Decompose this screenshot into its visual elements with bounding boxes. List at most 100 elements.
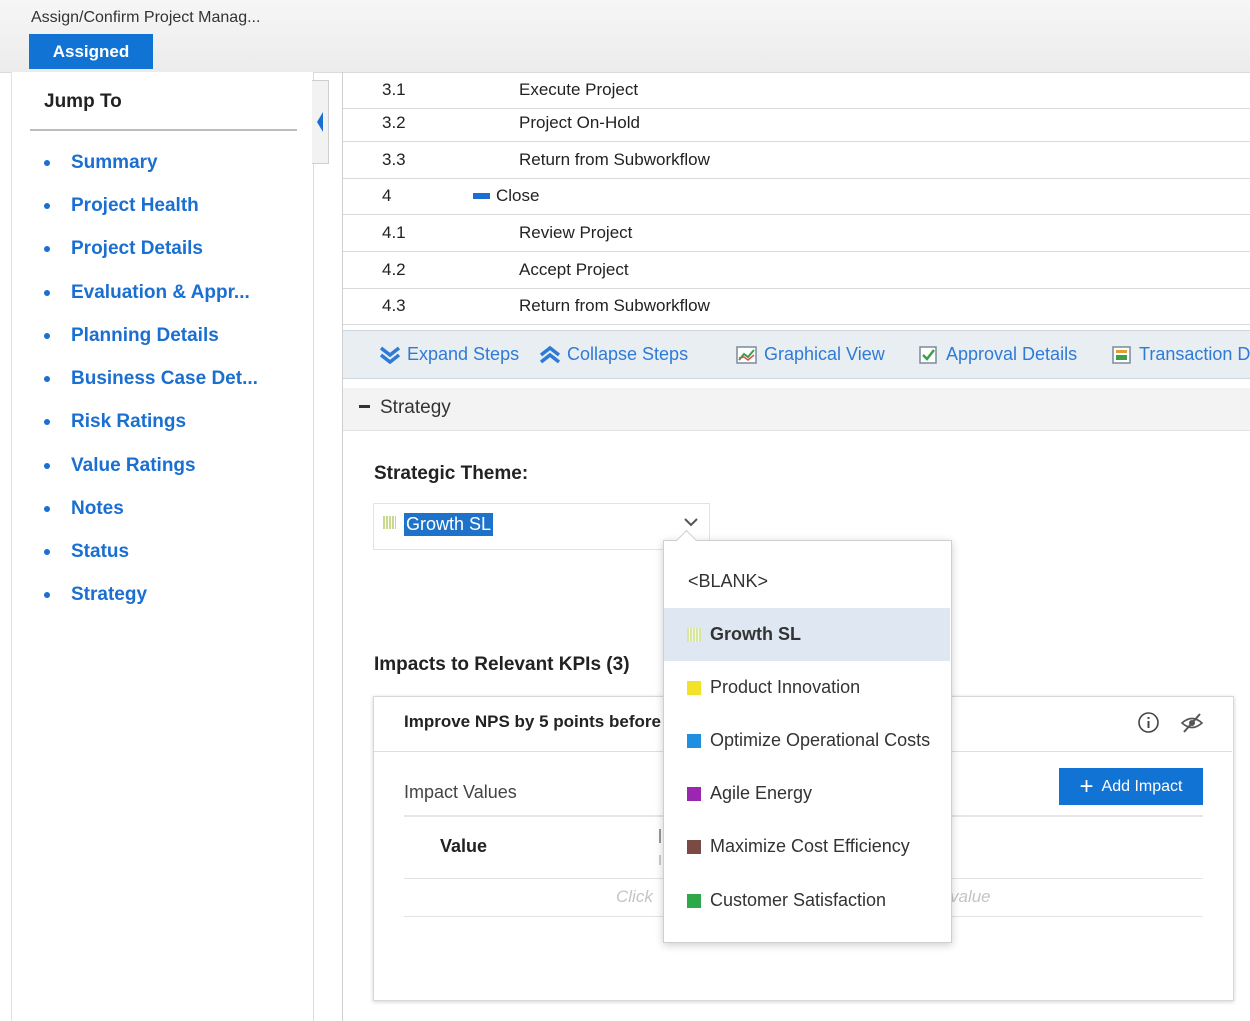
step-number: 4	[382, 186, 392, 205]
column-separator	[659, 855, 661, 865]
bullet-icon	[44, 419, 50, 425]
sidebar-item-business-case[interactable]: Business Case Det...	[44, 364, 258, 394]
step-group-label: Close	[496, 186, 540, 205]
page-title: Assign/Confirm Project Manag...	[31, 9, 261, 26]
transaction-details-button[interactable]: Transaction D	[1111, 331, 1250, 378]
collapse-steps-label: Collapse Steps	[567, 344, 689, 364]
collapse-section-icon[interactable]	[359, 405, 370, 408]
expand-steps-label: Expand Steps	[407, 344, 520, 364]
chevron-left-icon	[317, 112, 323, 132]
color-swatch	[687, 839, 701, 854]
collapse-icon	[539, 345, 561, 363]
table-row[interactable]: 3.2 Project On-Hold	[343, 105, 1250, 142]
option-label: <BLANK>	[688, 571, 769, 591]
table-row[interactable]: 4.1 Review Project	[343, 215, 1250, 252]
sidebar-item-strategy[interactable]: Strategy	[44, 580, 147, 610]
table-row[interactable]: 4.3 Return from Subworkflow	[343, 288, 1250, 325]
approval-check-icon	[919, 345, 937, 364]
expand-steps-button[interactable]: Expand Steps	[379, 331, 519, 378]
step-name: Project On-Hold	[519, 113, 640, 132]
table-row[interactable]: 3.3 Return from Subworkflow	[343, 142, 1250, 179]
bullet-icon	[44, 506, 50, 512]
collapse-steps-button[interactable]: Collapse Steps	[539, 331, 688, 378]
table-row[interactable]: 4 Close	[343, 178, 1250, 215]
step-name: Return from Subworkflow	[519, 150, 710, 169]
dropdown-option-growth-sl[interactable]: Growth SL	[664, 608, 950, 661]
approval-details-label: Approval Details	[946, 344, 1078, 364]
section-title: Strategy	[380, 397, 451, 418]
option-label: Maximize Cost Efficiency	[710, 836, 910, 856]
sidebar-item-status[interactable]: Status	[44, 537, 129, 567]
sidebar-item-label: Value Ratings	[71, 455, 196, 476]
step-number: 4.1	[382, 223, 406, 242]
sidebar-item-label: Summary	[71, 152, 158, 173]
step-group-name: Close	[473, 186, 539, 206]
expand-icon	[379, 346, 401, 364]
eye-hide-icon[interactable]	[1180, 712, 1204, 734]
impact-values-label: Impact Values	[404, 782, 517, 802]
bullet-icon	[44, 246, 50, 252]
transaction-details-label: Transaction D	[1139, 344, 1250, 364]
step-name: Return from Subworkflow	[519, 296, 710, 315]
bullet-icon	[44, 376, 50, 382]
graphical-view-button[interactable]: Graphical View	[736, 331, 885, 378]
kpi-title: Improve NPS by 5 points before	[404, 712, 661, 731]
dropdown-option-blank[interactable]: <BLANK>	[664, 555, 950, 608]
color-swatch	[687, 786, 701, 801]
color-swatch	[687, 627, 701, 642]
strategic-theme-label: Strategic Theme:	[374, 463, 529, 484]
plus-icon: +	[1079, 772, 1094, 800]
step-number: 4.3	[382, 296, 406, 315]
color-swatch	[687, 893, 701, 908]
collapse-group-icon[interactable]	[473, 193, 490, 199]
sidebar-item-summary[interactable]: Summary	[44, 148, 158, 178]
sidebar-item-label: Planning Details	[71, 325, 219, 346]
strategy-section-header[interactable]	[343, 388, 1250, 431]
add-impact-button[interactable]: + Add Impact	[1059, 768, 1203, 805]
collapse-sidebar-button[interactable]	[312, 80, 329, 164]
table-row[interactable]: 4.2 Accept Project	[343, 252, 1250, 289]
approval-details-button[interactable]: Approval Details	[918, 331, 1077, 378]
dropdown-option-maximize-cost-efficiency[interactable]: Maximize Cost Efficiency	[664, 820, 950, 873]
empty-row-hint[interactable]: Click	[616, 887, 653, 907]
strategic-theme-value[interactable]: Growth SL	[404, 513, 494, 536]
graphical-view-label: Graphical View	[764, 344, 885, 364]
sidebar-item-risk-ratings[interactable]: Risk Ratings	[44, 407, 186, 437]
value-column-header: Value	[440, 836, 488, 856]
bullet-icon	[44, 203, 50, 209]
sidebar-item-label: Evaluation & Appr...	[71, 282, 250, 303]
option-label: Optimize Operational Costs	[710, 730, 931, 750]
table-row[interactable]: 3.1 Execute Project	[343, 72, 1250, 109]
sidebar-item-label: Status	[71, 541, 130, 562]
sidebar-item-planning-details[interactable]: Planning Details	[44, 321, 219, 351]
chevron-down-icon[interactable]	[683, 516, 699, 528]
sidebar-item-value-ratings[interactable]: Value Ratings	[44, 451, 196, 481]
sidebar-item-project-details[interactable]: Project Details	[44, 234, 203, 264]
dropdown-option-product-innovation[interactable]: Product Innovation	[664, 661, 950, 714]
dropdown-option-optimize-operational-costs[interactable]: Optimize Operational Costs	[664, 714, 950, 767]
dropdown-option-agile-energy[interactable]: Agile Energy	[664, 767, 950, 820]
sidebar-item-label: Notes	[71, 498, 124, 519]
sidebar-item-notes[interactable]: Notes	[44, 494, 124, 524]
bullet-icon	[44, 592, 50, 598]
status-badge[interactable]: Assigned	[29, 34, 153, 69]
step-name: Review Project	[519, 223, 633, 242]
sidebar-item-evaluation[interactable]: Evaluation & Appr...	[44, 278, 250, 308]
empty-row-hint-tail[interactable]: value	[950, 887, 991, 907]
divider	[30, 129, 297, 131]
option-label: Product Innovation	[710, 677, 861, 697]
sidebar-item-label: Project Details	[71, 238, 203, 259]
option-label: Agile Energy	[710, 783, 813, 803]
impacts-title: Impacts to Relevant KPIs (3)	[374, 654, 630, 675]
sidebar-item-project-health[interactable]: Project Health	[44, 191, 199, 221]
bullet-icon	[44, 333, 50, 339]
step-number: 4.2	[382, 260, 406, 279]
option-label: Growth SL	[710, 624, 801, 644]
sidebar-item-label: Project Health	[71, 195, 199, 216]
bullet-icon	[44, 290, 50, 296]
dropdown-option-customer-satisfaction[interactable]: Customer Satisfaction	[664, 874, 950, 927]
step-name: Accept Project	[519, 260, 629, 279]
info-icon[interactable]	[1137, 711, 1160, 734]
sidebar-item-label: Strategy	[71, 584, 148, 605]
sidebar-item-label: Business Case Det...	[71, 368, 258, 389]
